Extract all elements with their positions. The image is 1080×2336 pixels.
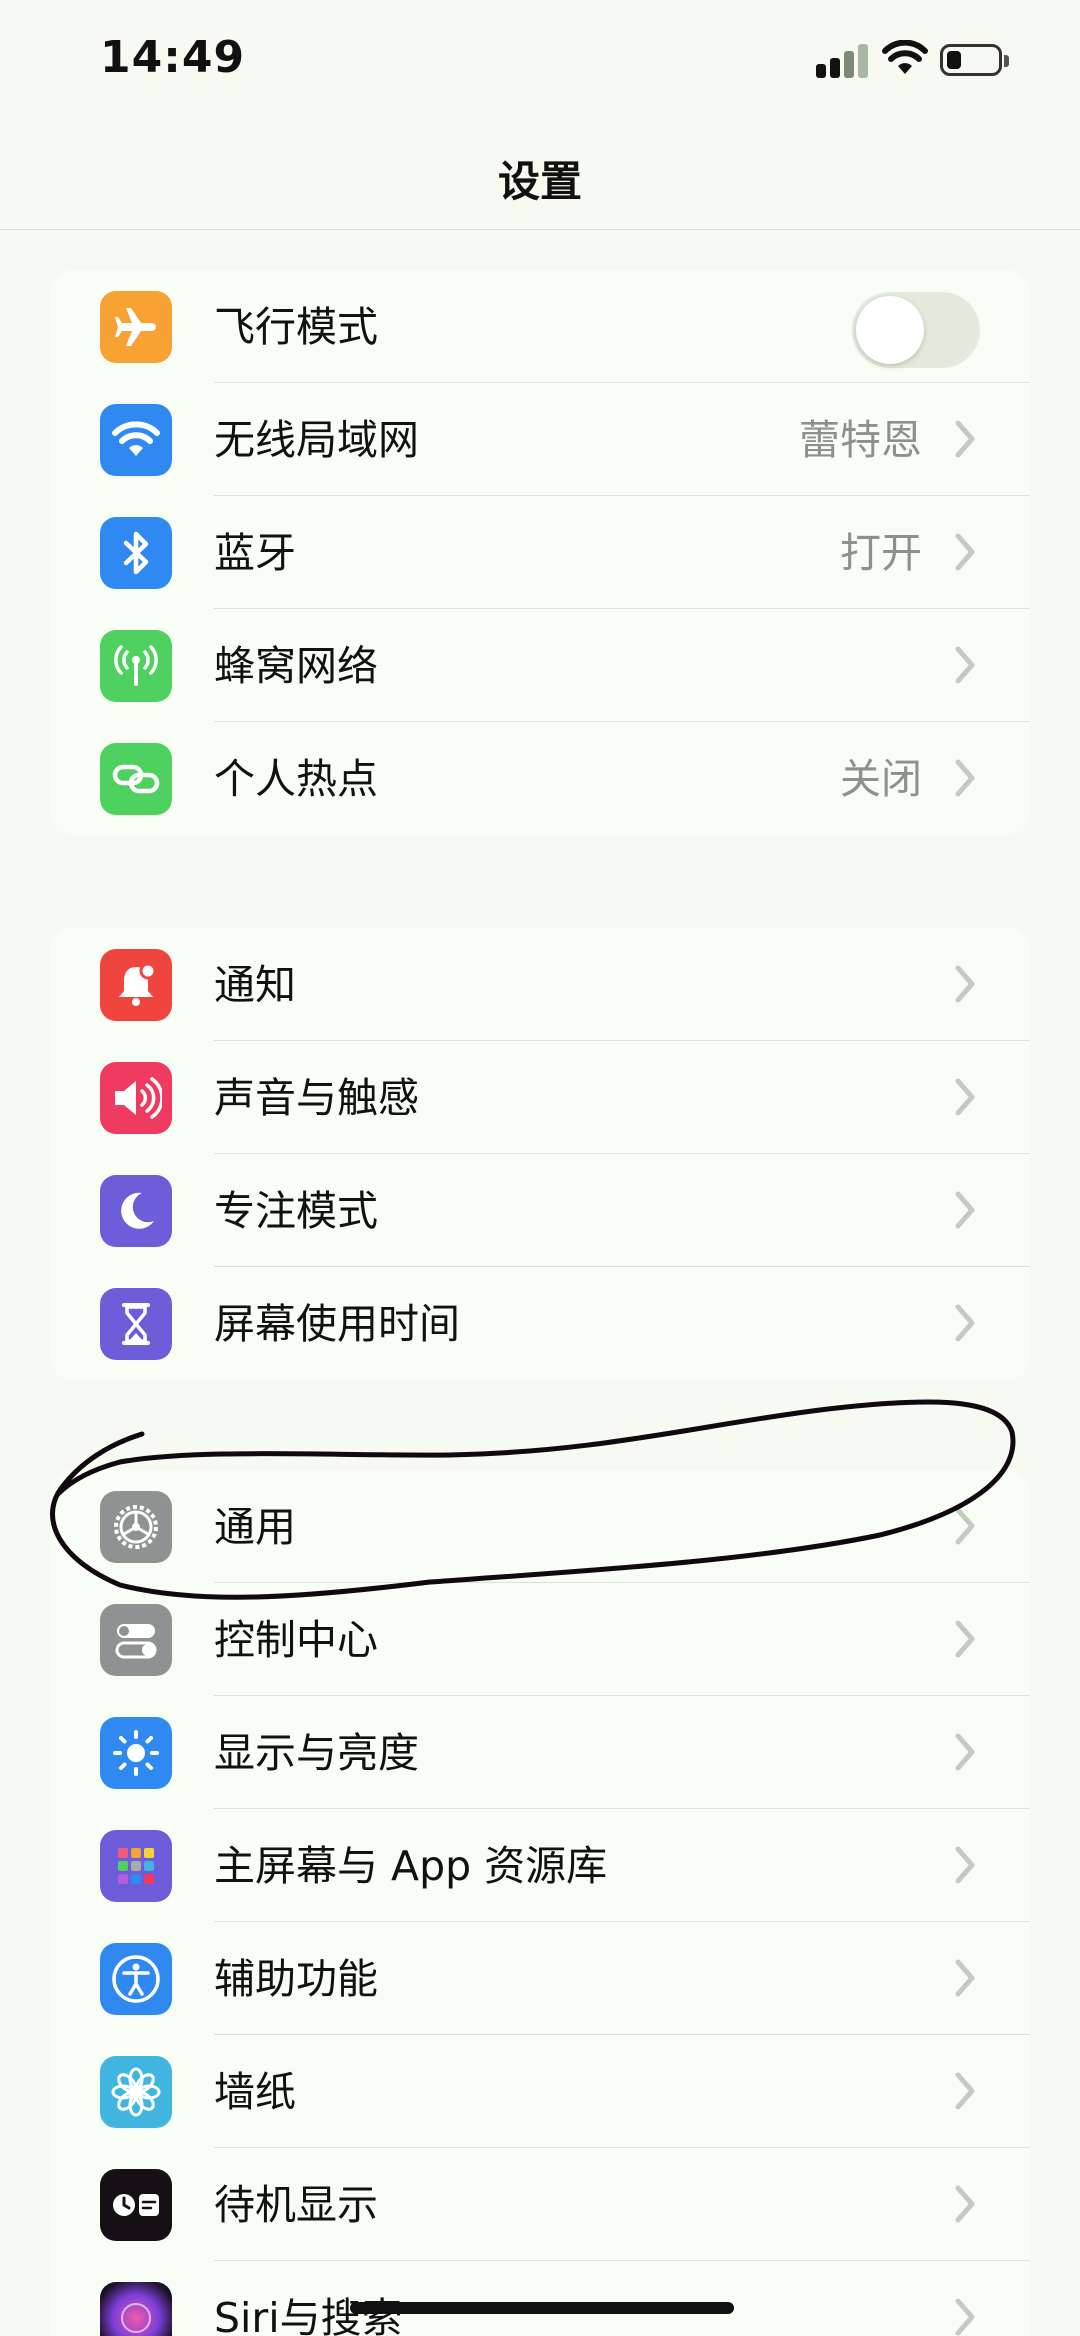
page-title: 设置 <box>497 157 582 206</box>
settings-row-label: 显示与亮度 <box>214 1729 419 1777</box>
settings-row-label: 专注模式 <box>214 1187 378 1235</box>
settings-row-control-center[interactable]: 控制中心 <box>50 1583 1030 1696</box>
settings-row-label: 蓝牙 <box>214 529 296 577</box>
settings-row-wifi[interactable]: 无线局域网 蕾特恩 <box>50 383 1030 496</box>
chevron-right-icon <box>955 1507 975 1545</box>
settings-row-home-screen[interactable]: 主屏幕与 App 资源库 <box>50 1809 1030 1922</box>
chevron-right-icon <box>955 646 975 684</box>
bluetooth-icon <box>100 517 172 589</box>
battery-icon <box>940 44 1009 76</box>
airplane-icon <box>100 291 172 363</box>
settings-row-wallpaper[interactable]: 墙纸 <box>50 2035 1030 2148</box>
settings-row-general[interactable]: 通用 <box>50 1470 1030 1583</box>
settings-group-notifications: 通知 声音与触感 专注模式 屏幕使用时间 <box>50 928 1030 1380</box>
gear-icon <box>100 1491 172 1563</box>
chevron-right-icon <box>955 1304 975 1342</box>
antenna-icon <box>100 630 172 702</box>
settings-row-airplane-mode[interactable]: 飞行模式 <box>50 270 1030 383</box>
standby-icon <box>100 2169 172 2241</box>
settings-row-label: 主屏幕与 App 资源库 <box>214 1842 608 1890</box>
chevron-right-icon <box>955 2072 975 2110</box>
settings-row-label: 墙纸 <box>214 2068 296 2116</box>
chevron-right-icon <box>955 420 975 458</box>
chevron-right-icon <box>955 965 975 1003</box>
home-indicator[interactable] <box>350 2302 734 2314</box>
wifi-network-value: 蕾特恩 <box>799 416 922 464</box>
chevron-right-icon <box>955 1733 975 1771</box>
settings-row-sounds[interactable]: 声音与触感 <box>50 1041 1030 1154</box>
status-bar: 14:49 <box>0 0 1080 120</box>
settings-row-hotspot[interactable]: 个人热点 关闭 <box>50 722 1030 835</box>
sun-icon <box>100 1717 172 1789</box>
airplane-mode-toggle[interactable] <box>852 292 980 368</box>
chevron-right-icon <box>955 1846 975 1884</box>
settings-row-label: 辅助功能 <box>214 1955 378 2003</box>
settings-row-bluetooth[interactable]: 蓝牙 打开 <box>50 496 1030 609</box>
link-icon <box>100 743 172 815</box>
speaker-icon <box>100 1062 172 1134</box>
settings-row-standby[interactable]: 待机显示 <box>50 2148 1030 2261</box>
accessibility-icon <box>100 1943 172 2015</box>
wifi-status-icon <box>882 40 928 74</box>
chevron-right-icon <box>955 2185 975 2223</box>
wifi-icon <box>100 404 172 476</box>
chevron-right-icon <box>955 2298 975 2336</box>
flower-icon <box>100 2056 172 2128</box>
settings-row-label: 控制中心 <box>214 1616 378 1664</box>
settings-row-label: Siri与搜索 <box>214 2294 403 2336</box>
settings-row-cellular[interactable]: 蜂窝网络 <box>50 609 1030 722</box>
settings-row-label: 待机显示 <box>214 2181 378 2229</box>
settings-group-general: 通用 控制中心 显示与亮度 主屏幕与 App 资源库 辅助功能 墙纸 待机显示 … <box>50 1470 1030 2336</box>
settings-row-label: 个人热点 <box>214 755 378 803</box>
settings-row-focus[interactable]: 专注模式 <box>50 1154 1030 1267</box>
settings-row-label: 无线局域网 <box>214 416 419 464</box>
chevron-right-icon <box>955 533 975 571</box>
chevron-right-icon <box>955 1078 975 1116</box>
settings-row-display[interactable]: 显示与亮度 <box>50 1696 1030 1809</box>
settings-row-label: 屏幕使用时间 <box>214 1300 460 1348</box>
settings-row-label: 蜂窝网络 <box>214 642 378 690</box>
settings-row-label: 通用 <box>214 1503 296 1551</box>
bluetooth-status-value: 打开 <box>840 529 922 577</box>
chevron-right-icon <box>955 759 975 797</box>
siri-icon <box>100 2282 172 2336</box>
hourglass-icon <box>100 1288 172 1360</box>
settings-row-accessibility[interactable]: 辅助功能 <box>50 1922 1030 2035</box>
settings-row-label: 通知 <box>214 961 296 1009</box>
bell-icon <box>100 949 172 1021</box>
app-grid-icon <box>100 1830 172 1902</box>
settings-row-siri[interactable]: Siri与搜索 <box>50 2261 1030 2336</box>
status-time: 14:49 <box>100 32 246 83</box>
settings-row-screen-time[interactable]: 屏幕使用时间 <box>50 1267 1030 1380</box>
settings-group-connectivity: 飞行模式 无线局域网 蕾特恩 蓝牙 打开 蜂窝网络 个人热点 关闭 <box>50 270 1030 835</box>
chevron-right-icon <box>955 1959 975 1997</box>
chevron-right-icon <box>955 1620 975 1658</box>
chevron-right-icon <box>955 1191 975 1229</box>
switches-icon <box>100 1604 172 1676</box>
moon-icon <box>100 1175 172 1247</box>
settings-row-label: 声音与触感 <box>214 1074 419 1122</box>
settings-row-label: 飞行模式 <box>214 303 378 351</box>
cellular-signal-icon <box>816 42 872 78</box>
navigation-bar: 设置 <box>0 120 1080 230</box>
settings-row-notifications[interactable]: 通知 <box>50 928 1030 1041</box>
hotspot-status-value: 关闭 <box>840 755 922 803</box>
